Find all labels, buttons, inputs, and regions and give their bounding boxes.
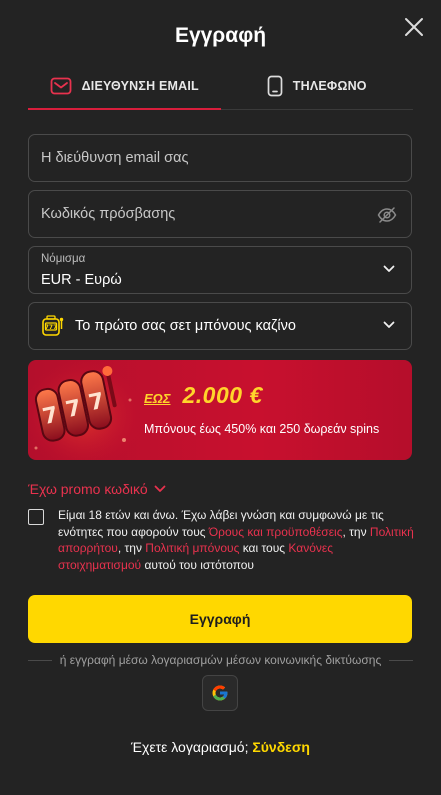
slot-machine-illustration: 7 7 7 — [28, 360, 138, 460]
terms-text-part: , την — [342, 524, 370, 539]
currency-label: Νόμισμα — [41, 253, 86, 265]
terms-text-part: , την — [117, 541, 146, 555]
terms-conditions-link[interactable]: Όρους και προϋποθέσεις — [209, 525, 343, 539]
bonus-amount: ΕΩΣ 2.000 € — [144, 382, 263, 409]
bonus-subtitle: Μπόνους έως 450% και 250 δωρεάν spins — [144, 422, 380, 436]
tab-phone[interactable]: ΤΗΛΕΦΩΝΟ — [221, 62, 414, 109]
password-input[interactable] — [41, 206, 399, 222]
social-divider-text: ή εγγραφή μέσω λογαριασμών μέσων κοινωνι… — [59, 653, 382, 667]
google-signup-button[interactable] — [202, 675, 238, 711]
password-field[interactable] — [28, 190, 412, 238]
bonus-banner: 7 7 7 ΕΩΣ 2.000 € Μπόνους έως 450% και 2… — [28, 360, 412, 460]
social-divider: ή εγγραφή μέσω λογαριασμών μέσων κοινωνι… — [28, 653, 414, 667]
login-question: Έχετε λογαριασμό; — [131, 739, 249, 755]
chevron-down-icon — [154, 485, 166, 492]
email-input[interactable] — [41, 150, 399, 166]
terms-text-part: αυτού του ιστότοπου — [141, 557, 254, 572]
chevron-down-icon — [383, 321, 395, 328]
phone-icon — [267, 75, 283, 96]
register-button[interactable]: Εγγραφή — [28, 595, 412, 643]
terms-checkbox[interactable] — [28, 509, 44, 525]
tab-phone-label: ΤΗΛΕΦΩΝΟ — [292, 78, 367, 93]
slot-machine-icon: 777 — [42, 315, 64, 336]
mail-icon — [50, 77, 71, 94]
google-icon — [212, 685, 228, 701]
currency-value: EUR - Ευρώ — [41, 272, 122, 288]
promo-code-label: Έχω promo κωδικό — [28, 481, 148, 497]
eye-off-icon[interactable] — [377, 206, 397, 224]
promo-code-toggle[interactable]: Έχω promo κωδικό — [28, 481, 166, 497]
email-field[interactable] — [28, 134, 412, 182]
close-icon[interactable] — [403, 16, 425, 38]
divider-line — [28, 659, 52, 661]
terms-text-part: και τους — [239, 541, 289, 555]
bonus-value: Το πρώτο σας σετ μπόνους καζίνο — [75, 318, 296, 334]
bonus-amount-value: 2.000 € — [182, 382, 263, 408]
terms-agreement: Είμαι 18 ετών και άνω. Έχω λάβει γνώση κ… — [28, 507, 416, 573]
terms-text: Είμαι 18 ετών και άνω. Έχω λάβει γνώση κ… — [58, 507, 416, 573]
tab-email-label: ΔΙΕΥΘΥΝΣΗ EMAIL — [81, 78, 199, 93]
svg-text:777: 777 — [45, 324, 58, 331]
chevron-down-icon — [383, 265, 395, 272]
currency-select[interactable]: Νόμισμα EUR - Ευρώ — [28, 246, 412, 294]
registration-tabs: ΔΙΕΥΘΥΝΣΗ EMAIL ΤΗΛΕΦΩΝΟ — [28, 62, 413, 110]
login-link[interactable]: Σύνδεση — [252, 739, 310, 755]
tab-email[interactable]: ΔΙΕΥΘΥΝΣΗ EMAIL — [28, 62, 221, 110]
bonus-select[interactable]: 777 Το πρώτο σας σετ μπόνους καζίνο — [28, 302, 412, 350]
page-title: Εγγραφή — [174, 24, 267, 47]
bonus-prefix: ΕΩΣ — [144, 391, 171, 406]
login-prompt: Έχετε λογαριασμό; Σύνδεση — [0, 739, 441, 755]
divider-line — [389, 659, 414, 661]
bonus-policy-link[interactable]: Πολιτική μπόνους — [145, 541, 239, 555]
